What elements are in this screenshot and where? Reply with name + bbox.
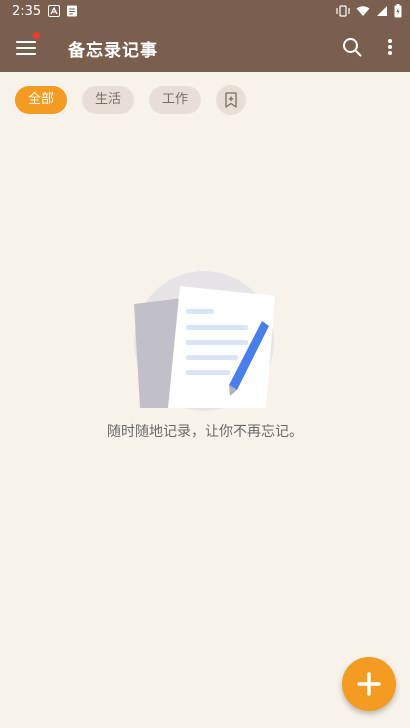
menu-icon[interactable] xyxy=(14,36,38,60)
app-title: 备忘录记事 xyxy=(68,41,158,61)
doc-notification-icon xyxy=(67,5,77,17)
notes-illustration xyxy=(134,271,275,411)
search-icon[interactable] xyxy=(341,36,363,58)
vibrate-icon xyxy=(336,5,350,17)
menu-notification-dot xyxy=(33,32,40,39)
more-vert-icon[interactable] xyxy=(380,36,400,58)
wifi-icon xyxy=(356,6,370,16)
a-notification-icon xyxy=(48,5,60,17)
filter-chip-all[interactable]: 全部 xyxy=(15,86,68,114)
signal-icon xyxy=(377,6,387,16)
add-category-button[interactable] xyxy=(216,85,247,115)
plus-icon xyxy=(357,672,381,696)
status-bar: 2:35 xyxy=(0,0,410,24)
status-time: 2:35 xyxy=(12,4,42,19)
add-note-button[interactable] xyxy=(342,657,396,711)
empty-state-message: 随时随地记录，让你不再忘记。 xyxy=(107,424,303,440)
battery-charging-icon xyxy=(394,4,402,18)
add-category-icon xyxy=(225,92,237,108)
filter-chip-life[interactable]: 生活 xyxy=(82,86,135,114)
filter-chip-work[interactable]: 工作 xyxy=(149,86,202,114)
app-bar: 备忘录记事 xyxy=(0,24,410,72)
category-filter-bar: 全部 生活 工作 xyxy=(15,85,247,115)
